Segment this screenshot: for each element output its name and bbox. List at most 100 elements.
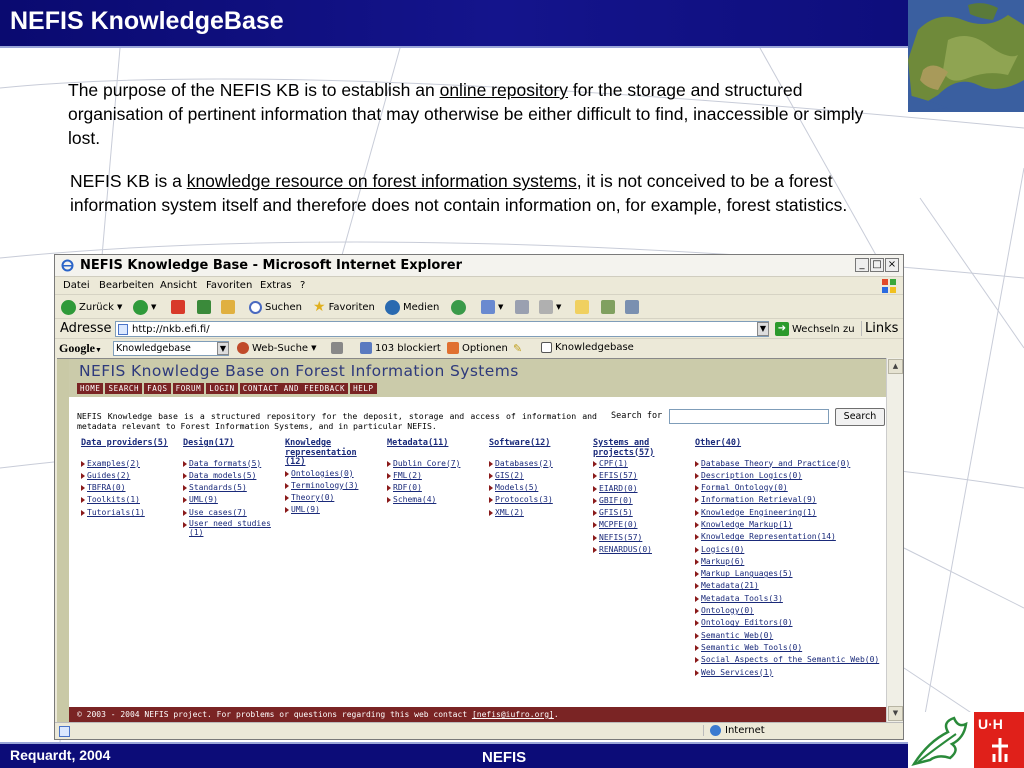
- category-link[interactable]: Knowledge Engineering(1): [695, 507, 883, 519]
- category-link[interactable]: Metadata Tools(3): [695, 593, 883, 605]
- web-search-button[interactable]: Web-Suche ▼: [237, 342, 316, 354]
- category-link[interactable]: Theory(0): [285, 492, 373, 504]
- nav-home[interactable]: HOME: [77, 383, 104, 394]
- category-link[interactable]: Social Aspects of the Semantic Web(0): [695, 654, 883, 666]
- category-link[interactable]: Semantic Web(0): [695, 630, 883, 642]
- category-link[interactable]: Ontology Editors(0): [695, 617, 883, 629]
- category-heading[interactable]: Design(17): [183, 438, 279, 449]
- category-link[interactable]: Metadata(21): [695, 580, 883, 592]
- site-search-button[interactable]: Search: [835, 408, 885, 426]
- category-heading[interactable]: Metadata(11): [387, 438, 483, 449]
- category-link[interactable]: Formal Ontology(0): [695, 482, 883, 494]
- category-link[interactable]: RDF(0): [387, 482, 483, 494]
- category-link[interactable]: XML(2): [489, 507, 585, 519]
- category-link[interactable]: EIARD(0): [593, 483, 673, 495]
- refresh-button[interactable]: [197, 299, 211, 315]
- site-search-input[interactable]: [669, 409, 829, 424]
- category-link[interactable]: Examples(2): [81, 458, 181, 470]
- category-link[interactable]: Tutorials(1): [81, 507, 181, 519]
- menu-datei[interactable]: Datei: [63, 280, 90, 291]
- category-link[interactable]: Protocols(3): [489, 494, 585, 506]
- category-link[interactable]: FML(2): [387, 470, 483, 482]
- category-link[interactable]: Dublin Core(7): [387, 458, 483, 470]
- category-link[interactable]: UML(9): [183, 494, 279, 506]
- google-dropdown-icon[interactable]: ▼: [217, 342, 229, 355]
- go-button[interactable]: ➜ Wechseln zu: [775, 322, 855, 336]
- links-button[interactable]: Links: [861, 321, 898, 336]
- maximize-icon[interactable]: □: [870, 258, 884, 272]
- category-link[interactable]: Database Theory and Practice(0): [695, 458, 883, 470]
- category-link[interactable]: TBFRA(0): [81, 482, 181, 494]
- scroll-up-icon[interactable]: ▲: [888, 359, 903, 374]
- category-heading[interactable]: Knowledge representation (12): [285, 438, 373, 468]
- category-link[interactable]: UML(9): [285, 504, 373, 516]
- category-link[interactable]: Knowledge Representation(14): [695, 531, 883, 543]
- nav-contact-and-feedback[interactable]: CONTACT AND FEEDBACK: [239, 383, 349, 394]
- category-link[interactable]: Standards(5): [183, 482, 279, 494]
- edit-button[interactable]: ▼: [539, 299, 561, 315]
- category-link[interactable]: Data models(5): [183, 470, 279, 482]
- options-button[interactable]: Optionen: [447, 342, 508, 354]
- favorites-button[interactable]: ★ Favoriten: [313, 299, 375, 315]
- category-link[interactable]: Data formats(5): [183, 458, 279, 470]
- category-link[interactable]: Use cases(7): [183, 507, 279, 519]
- folder-button[interactable]: [575, 299, 589, 315]
- address-input[interactable]: [115, 321, 769, 337]
- category-link[interactable]: Information Retrieval(9): [695, 494, 883, 506]
- nav-forum[interactable]: FORUM: [172, 383, 205, 394]
- category-link[interactable]: Knowledge Markup(1): [695, 519, 883, 531]
- category-link[interactable]: GIS(2): [489, 470, 585, 482]
- category-link[interactable]: GFIS(5): [593, 507, 673, 519]
- category-link[interactable]: Toolkits(1): [81, 494, 181, 506]
- history-button[interactable]: [451, 299, 466, 315]
- nav-help[interactable]: HELP: [350, 383, 377, 394]
- google-logo[interactable]: Google▼: [59, 341, 102, 356]
- category-link[interactable]: Web Services(1): [695, 667, 883, 679]
- menu-ansicht[interactable]: Ansicht: [160, 280, 197, 291]
- address-dropdown-icon[interactable]: ▼: [757, 322, 769, 336]
- category-link[interactable]: Markup(6): [695, 556, 883, 568]
- mail-button[interactable]: ▼: [481, 299, 503, 315]
- category-link[interactable]: Logics(0): [695, 544, 883, 556]
- highlight-button[interactable]: ✎: [513, 342, 522, 355]
- nav-search[interactable]: SEARCH: [105, 383, 143, 394]
- stop-button[interactable]: [171, 299, 185, 315]
- search-term-button[interactable]: Knowledgebase: [541, 342, 634, 353]
- menu-favoriten[interactable]: Favoriten: [206, 280, 252, 291]
- category-heading[interactable]: Systems and projects(57): [593, 438, 673, 458]
- category-link[interactable]: Description Logics(0): [695, 470, 883, 482]
- news-button[interactable]: [331, 342, 343, 354]
- vertical-scrollbar[interactable]: ▲ ▼: [886, 358, 903, 722]
- category-link[interactable]: Ontologies(0): [285, 468, 373, 480]
- category-link[interactable]: EFIS(57): [593, 470, 673, 482]
- category-link[interactable]: RENARDUS(0): [593, 544, 673, 556]
- category-heading[interactable]: Other(40): [695, 438, 883, 449]
- print-button[interactable]: [515, 299, 529, 315]
- category-link[interactable]: Schema(4): [387, 494, 483, 506]
- category-link[interactable]: Semantic Web Tools(0): [695, 642, 883, 654]
- discuss-button[interactable]: [601, 299, 615, 315]
- category-link[interactable]: GBIF(0): [593, 495, 673, 507]
- minimize-icon[interactable]: _: [855, 258, 869, 272]
- messenger-button[interactable]: [625, 299, 639, 315]
- nav-login[interactable]: LOGIN: [206, 383, 238, 394]
- contact-email-link[interactable]: [nefis@iufro.org]: [472, 710, 554, 719]
- back-button[interactable]: Zurück ▼: [61, 299, 122, 315]
- category-link[interactable]: Markup Languages(5): [695, 568, 883, 580]
- nav-faqs[interactable]: FAQS: [144, 383, 171, 394]
- forward-button[interactable]: ▼: [133, 299, 156, 315]
- category-heading[interactable]: Software(12): [489, 438, 585, 449]
- menu-extras[interactable]: Extras: [260, 280, 292, 291]
- google-search-input[interactable]: Knowledgebase: [113, 341, 229, 356]
- knowledge-resource-link[interactable]: knowledge resource on forest information…: [187, 171, 577, 191]
- media-button[interactable]: Medien: [385, 299, 439, 315]
- category-link[interactable]: Databases(2): [489, 458, 585, 470]
- category-link[interactable]: Terminology(3): [285, 480, 373, 492]
- category-link[interactable]: NEFIS(57): [593, 532, 673, 544]
- search-button[interactable]: Suchen: [249, 299, 302, 315]
- online-repository-link[interactable]: online repository: [440, 80, 568, 100]
- menu-help[interactable]: ?: [300, 280, 305, 291]
- category-link[interactable]: CPF(1): [593, 458, 673, 470]
- scroll-down-icon[interactable]: ▼: [888, 706, 903, 721]
- category-link[interactable]: Models(5): [489, 482, 585, 494]
